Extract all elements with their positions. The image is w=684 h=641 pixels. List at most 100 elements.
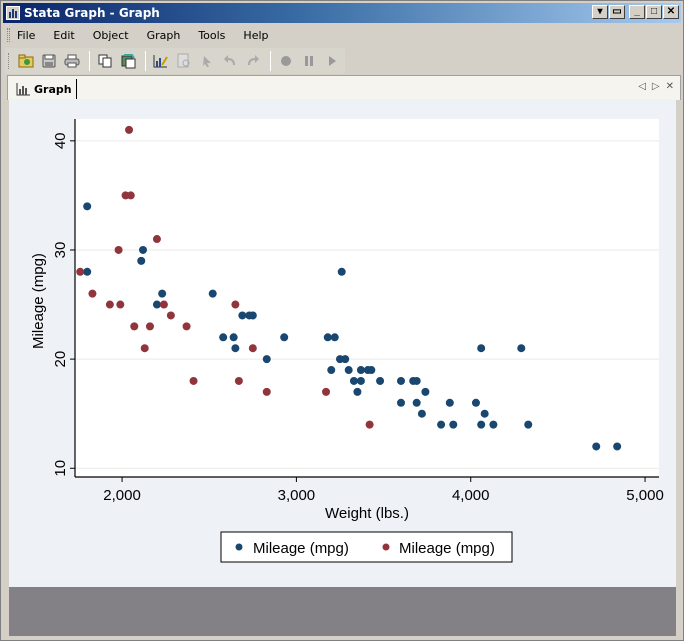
- data-point: [524, 420, 533, 429]
- data-point: [353, 387, 362, 396]
- data-point: [341, 355, 350, 364]
- copy-graph-button[interactable]: [94, 50, 115, 72]
- data-point: [471, 398, 480, 407]
- record-icon: [280, 56, 291, 66]
- data-point: [477, 344, 486, 353]
- data-point: [327, 366, 336, 375]
- undo-icon: [224, 55, 236, 65]
- tab-close-icon[interactable]: ✕: [666, 81, 674, 92]
- graph-footer-bar: [9, 587, 676, 636]
- data-point: [83, 202, 92, 211]
- open-graph-button[interactable]: [15, 50, 36, 72]
- y-tick-label: 40: [52, 132, 69, 149]
- toolbar-separator: [270, 51, 272, 71]
- bar-chart-icon: [16, 82, 30, 95]
- data-point: [356, 366, 365, 375]
- data-point: [140, 344, 149, 353]
- restore-document-button[interactable]: ▭: [609, 5, 625, 19]
- data-point: [234, 376, 243, 385]
- data-point: [130, 322, 139, 331]
- print-graph-button[interactable]: [62, 50, 83, 72]
- data-point: [412, 376, 421, 385]
- save-graph-button[interactable]: [38, 50, 59, 72]
- data-point: [76, 267, 85, 276]
- legend-marker-series-2: [382, 543, 390, 551]
- redo-icon: [248, 55, 260, 65]
- play-icon: [329, 56, 337, 66]
- data-point: [114, 245, 123, 254]
- tab-scroll-left-icon[interactable]: ◁: [638, 81, 646, 92]
- data-point: [356, 376, 365, 385]
- toolbar-separator: [88, 51, 90, 71]
- x-tick-label: 3,000: [278, 487, 316, 504]
- toolbar: [5, 48, 345, 74]
- x-axis-label: Weight (lbs.): [325, 505, 409, 522]
- maximize-button[interactable]: □: [646, 5, 662, 19]
- data-point: [166, 311, 175, 320]
- data-point: [349, 376, 358, 385]
- data-point: [412, 398, 421, 407]
- menu-edit[interactable]: Edit: [53, 29, 74, 42]
- menu-object[interactable]: Object: [93, 29, 129, 42]
- play-button[interactable]: [322, 50, 343, 72]
- window-menu-dropdown-button[interactable]: ▾: [592, 5, 608, 19]
- data-point: [182, 322, 191, 331]
- legend-marker-series-1: [235, 543, 243, 551]
- rename-graph-button[interactable]: [117, 50, 138, 72]
- menubar-grip[interactable]: [7, 28, 10, 42]
- data-point: [105, 300, 114, 309]
- tab-scroll-right-icon[interactable]: ▷: [652, 81, 660, 92]
- floppy-disk-icon: [42, 54, 56, 68]
- data-point: [231, 300, 240, 309]
- data-point: [262, 387, 271, 396]
- data-point: [138, 245, 147, 254]
- data-point: [152, 300, 161, 309]
- data-point: [137, 256, 146, 265]
- menu-help[interactable]: Help: [243, 29, 268, 42]
- legend: Mileage (mpg) Mileage (mpg): [220, 531, 513, 563]
- object-browser-button[interactable]: [173, 50, 194, 72]
- pointer-tool-button[interactable]: [196, 50, 217, 72]
- data-point: [417, 409, 426, 418]
- x-tick-label: 4,000: [452, 487, 490, 504]
- pause-icon: [305, 56, 314, 66]
- data-point: [208, 289, 217, 298]
- data-point: [238, 311, 247, 320]
- menu-graph[interactable]: Graph: [147, 29, 181, 42]
- toolbar-grip[interactable]: [8, 53, 11, 69]
- data-point: [421, 387, 430, 396]
- data-point: [437, 420, 446, 429]
- data-point: [159, 300, 168, 309]
- record-button[interactable]: [275, 50, 296, 72]
- rename-icon: [121, 54, 136, 69]
- close-button[interactable]: ✕: [663, 5, 679, 19]
- data-point: [344, 366, 353, 375]
- redo-button[interactable]: [243, 50, 264, 72]
- data-point: [396, 376, 405, 385]
- data-point: [145, 322, 154, 331]
- data-point: [219, 333, 228, 342]
- tab-graph[interactable]: Graph: [12, 79, 77, 99]
- menu-file[interactable]: File: [17, 29, 35, 42]
- document-search-icon: [177, 53, 190, 68]
- document-tab-strip: Graph ◁ ▷ ✕: [7, 75, 681, 100]
- y-tick-label: 20: [52, 351, 69, 368]
- minimize-button[interactable]: _: [629, 5, 645, 19]
- data-point: [449, 420, 458, 429]
- data-point: [262, 355, 271, 364]
- stata-graph-window: Stata Graph - Graph ▾ ▭ _ □ ✕ File Edit …: [0, 0, 684, 641]
- title-bar[interactable]: Stata Graph - Graph ▾ ▭ _ □ ✕: [3, 3, 681, 23]
- undo-button[interactable]: [220, 50, 241, 72]
- data-point: [248, 311, 257, 320]
- menu-tools[interactable]: Tools: [198, 29, 225, 42]
- data-point: [517, 344, 526, 353]
- copy-icon: [98, 54, 112, 68]
- legend-label-series-1: Mileage (mpg): [253, 540, 349, 557]
- graph-editor-button[interactable]: [150, 50, 171, 72]
- tab-graph-label: Graph: [34, 82, 72, 96]
- data-point: [330, 333, 339, 342]
- pause-button[interactable]: [298, 50, 319, 72]
- y-tick-label: 10: [52, 460, 69, 477]
- data-point: [367, 366, 376, 375]
- data-point: [322, 387, 331, 396]
